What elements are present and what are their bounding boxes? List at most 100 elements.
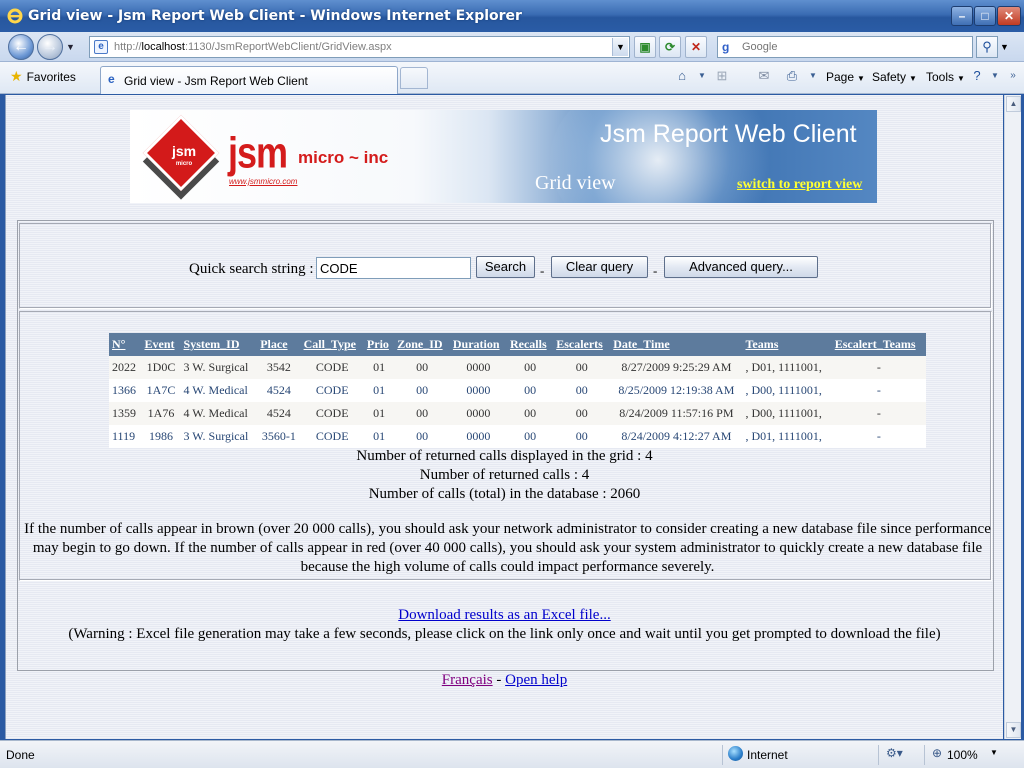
scroll-down-icon[interactable]: ▼ [1006,722,1021,738]
cell-escalert-teams: - [831,379,926,402]
search-options-dropdown[interactable]: ▼ [1000,36,1014,58]
results-grid: N° Event System_ID Place Call_Type Prio … [109,333,926,448]
zoom-icon[interactable]: ⊕ [932,746,942,760]
window-title: Grid view - Jsm Report Web Client - Wind… [28,8,522,24]
cell-prio: 01 [363,425,395,448]
minimize-button[interactable]: – [951,6,973,26]
column-header-zone-id[interactable]: Zone_ID [394,333,450,356]
page-icon: e [94,40,108,54]
status-divider [924,745,925,765]
column-header-system-id[interactable]: System_ID [180,333,258,356]
status-divider [722,745,723,765]
column-header-escalerts[interactable]: Escalerts [553,333,611,356]
home-dropdown-icon[interactable]: ▼ [693,68,711,84]
footer-separator: - [496,672,502,688]
refresh-icon[interactable]: ⟳ [659,36,681,58]
print-icon[interactable]: ⎙ [783,68,801,84]
page-subtitle: Grid view [535,172,616,194]
advanced-query-button[interactable]: Advanced query... [664,256,818,278]
download-excel-link[interactable]: Download results as an Excel file... [398,607,610,623]
scroll-up-icon[interactable]: ▲ [1006,96,1021,112]
address-bar[interactable]: e http://localhost:1130/JsmReportWebClie… [89,36,630,58]
vertical-scrollbar[interactable]: ▲ ▼ [1004,95,1021,739]
new-tab-button[interactable] [400,67,428,89]
back-button[interactable]: ← [8,34,34,60]
cell-escalert-teams: - [831,356,926,379]
french-language-link[interactable]: Français [442,672,493,688]
column-header-escalert-teams[interactable]: Escalert_Teams [831,333,926,356]
cell-recalls: 00 [506,402,554,425]
cell-prio: 01 [363,379,395,402]
cell-zone-id: 00 [394,356,450,379]
column-header-date-time[interactable]: Date_Time [610,333,743,356]
safety-menu[interactable]: Safety ▼ [872,70,917,84]
quick-search-input[interactable] [316,257,471,279]
address-dropdown-icon[interactable]: ▼ [612,38,628,56]
column-header-prio[interactable]: Prio [363,333,395,356]
download-warning-text: (Warning : Excel file generation may tak… [68,626,941,642]
separator: - [540,263,545,278]
cell-duration: 0000 [449,379,507,402]
column-header-recalls[interactable]: Recalls [506,333,554,356]
address-url[interactable]: http://localhost:1130/JsmReportWebClient… [114,41,392,53]
cell-event: 1986 [141,425,181,448]
navigation-bar: ← → ▼ e http://localhost:1130/JsmReportW… [0,32,1024,62]
cell-place: 3542 [257,356,301,379]
cell-teams: , D00, 1111001, [742,379,832,402]
cell-date-time: 8/27/2009 9:25:29 AM [610,356,743,379]
browser-tab[interactable]: e Grid view - Jsm Report Web Client [100,66,398,94]
print-dropdown-icon[interactable]: ▼ [804,68,822,84]
cell-duration: 0000 [449,402,507,425]
brand-suffix: micro ~ inc [298,148,389,167]
cell-zone-id: 00 [394,402,450,425]
cell-teams: , D01, 1111001, [742,425,832,448]
cell-date-time: 8/24/2009 11:57:16 PM [610,402,743,425]
maximize-button[interactable]: □ [974,6,996,26]
switch-to-report-view-link[interactable]: switch to report view [737,177,862,193]
column-header-event[interactable]: Event [141,333,181,356]
mail-icon[interactable]: ✉ [755,68,773,84]
google-icon: g [722,40,730,54]
tab-label: Grid view - Jsm Report Web Client [124,74,308,88]
security-zone-label: Internet [747,748,788,762]
page-menu[interactable]: Page ▼ [826,70,865,84]
help-icon[interactable]: ? [968,68,986,84]
separator: - [653,263,658,278]
forward-button[interactable]: → [37,34,63,60]
cell-duration: 0000 [449,356,507,379]
favorites-button[interactable]: ★ Favorites [10,68,76,85]
column-header-call-type[interactable]: Call_Type [300,333,364,356]
zoom-dropdown-icon[interactable]: ▼ [990,748,998,757]
footer-links: Français - Open help [6,672,1003,689]
performance-warning-text: If the number of calls appear in brown (… [24,521,991,575]
open-help-link[interactable]: Open help [505,672,567,688]
close-button[interactable]: ✕ [997,6,1021,26]
stop-icon[interactable]: ✕ [685,36,707,58]
column-header-teams[interactable]: Teams [742,333,832,356]
column-header-duration[interactable]: Duration [449,333,507,356]
cell-event: 1A7C [141,379,181,402]
search-go-icon[interactable]: ⚲ [976,36,998,58]
column-header-place[interactable]: Place [257,333,301,356]
cell-place: 3560-1 [257,425,301,448]
search-button[interactable]: Search [476,256,535,278]
command-bar: ★ Favorites e Grid view - Jsm Report Web … [0,62,1024,94]
home-icon[interactable]: ⌂ [673,68,691,84]
app-title: Jsm Report Web Client [600,120,857,148]
web-search-box[interactable]: g [717,36,973,58]
clear-query-button[interactable]: Clear query [551,256,648,278]
cell-date-time: 8/24/2009 4:12:27 AM [610,425,743,448]
feeds-icon[interactable]: ⊞ [713,68,731,84]
protected-mode-icon[interactable]: ⚙▾ [886,746,903,760]
compatibility-view-icon[interactable]: ▣ [634,36,656,58]
zoom-level[interactable]: 100% [947,748,978,762]
grid-header-row: N° Event System_ID Place Call_Type Prio … [109,333,926,356]
tools-menu[interactable]: Tools ▼ [926,70,965,84]
recent-pages-dropdown[interactable]: ▼ [66,42,76,52]
cell-call-type: CODE [300,379,364,402]
table-row: 1359 1A76 4 W. Medical 4524 CODE 01 00 0… [109,402,926,425]
column-header-number[interactable]: N° [109,333,142,356]
web-search-input[interactable] [740,39,960,55]
more-commands-icon[interactable]: » [1004,68,1022,84]
help-dropdown-icon[interactable]: ▼ [986,68,1004,84]
